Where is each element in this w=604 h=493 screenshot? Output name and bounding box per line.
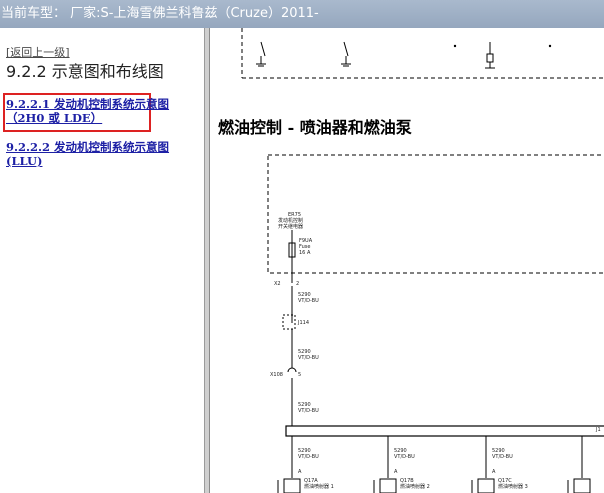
relay-label-2: 发动机控制 [278, 217, 303, 224]
wire-color-4: VT/D-BU [298, 454, 319, 460]
wire-color-6: VT/D-BU [492, 454, 513, 460]
wiring-diagram: ER75 发动机控制 开关继电器 F9UA Fuse 16 A X2 2 529… [241, 28, 604, 493]
splice-label: J114 [297, 320, 309, 326]
top-dashed-box [241, 28, 604, 79]
injector-name-1: 燃油喷射器 1 [304, 483, 334, 490]
fuse-rating: 16 A [299, 250, 311, 256]
link-2h0-lde[interactable]: 9.2.2.1 发动机控制系统示意图 （2H0 或 LDE） [6, 97, 169, 125]
wire-color-5: VT/D-BU [394, 454, 415, 460]
pin-5: 5 [298, 372, 301, 378]
link-2h0-lde-line2: （2H0 或 LDE） [6, 111, 103, 125]
wire-color-3: VT/D-BU [298, 408, 319, 414]
title-bar: 当前车型： 厂家:S-上海雪佛兰科鲁兹（Cruze）2011- [0, 0, 604, 28]
relay-dashed-box [267, 154, 604, 274]
injector-pin-2: A [394, 469, 398, 475]
injector-name-2: 燃油喷射器 2 [400, 483, 430, 490]
injector-pin-1: A [298, 469, 302, 475]
relay-label-3: 开关继电器 [278, 223, 303, 230]
junction-bus [285, 425, 604, 437]
link-llu[interactable]: 9.2.2.2 发动机控制系统示意图 (LLU) [6, 140, 169, 168]
connector-x108: X108 [270, 372, 283, 378]
ground-symbols [256, 41, 495, 69]
link-llu-line2: (LLU) [6, 154, 43, 168]
node-dot [453, 44, 457, 48]
splice-box [282, 314, 296, 330]
title-text: 当前车型： 厂家:S-上海雪佛兰科鲁兹（Cruze）2011- [1, 6, 319, 21]
injector-2 [379, 478, 397, 493]
node-dot [548, 44, 552, 48]
injector-pin-3: A [492, 469, 496, 475]
diagram-pane: 燃油控制 - 喷油器和燃油泵 ER75 发动机控制 开关继电器 F9UA Fus… [210, 28, 604, 493]
junction-label: J1 [595, 427, 601, 433]
link-llu-line1: 9.2.2.2 发动机控制系统示意图 [6, 140, 170, 154]
wire-color-2: VT/D-BU [298, 355, 319, 361]
injector-3 [477, 478, 495, 493]
wire-color-1: VT/D-BU [298, 298, 319, 304]
pin-2: 2 [296, 281, 299, 287]
injector-4 [573, 478, 591, 493]
injector-1 [283, 478, 301, 493]
section-title: 9.2.2 示意图和布线图 [6, 62, 164, 81]
injector-name-3: 燃油喷射器 3 [498, 483, 528, 490]
connector-x2: X2 [274, 281, 281, 287]
link-2h0-lde-line1: 9.2.2.1 发动机控制系统示意图 [6, 97, 170, 111]
